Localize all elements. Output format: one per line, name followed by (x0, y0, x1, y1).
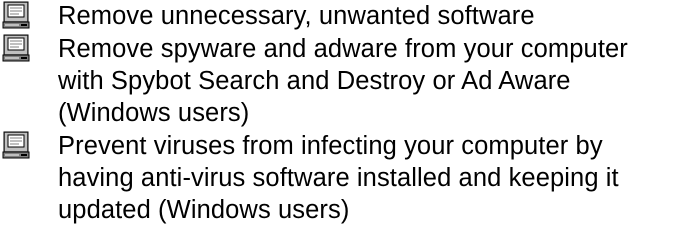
list-item: Remove unnecessary, unwanted software (0, 0, 679, 32)
bullet-list: Remove unnecessary, unwanted software Re… (0, 0, 679, 226)
computer-monitor-icon (2, 1, 42, 31)
list-item: Prevent viruses from infecting your comp… (0, 130, 679, 226)
list-item-text: Remove unnecessary, unwanted software (58, 2, 535, 30)
list-item: Remove spyware and adware from your comp… (0, 33, 679, 129)
computer-monitor-icon (2, 34, 42, 64)
list-item-text: Remove spyware and adware from your comp… (58, 35, 628, 127)
computer-monitor-icon (2, 131, 42, 161)
list-item-text: Prevent viruses from infecting your comp… (58, 132, 619, 224)
